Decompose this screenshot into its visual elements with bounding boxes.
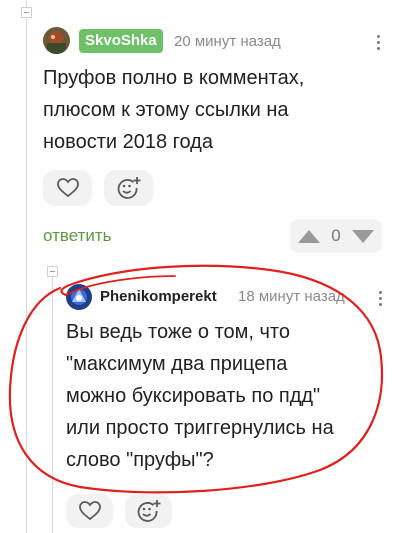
collapse-thread-button[interactable] [21,7,32,18]
add-emoji-icon [117,177,140,199]
reply-link[interactable]: ответить [43,226,112,246]
like-button[interactable] [66,494,113,528]
upvote-icon[interactable] [298,229,320,243]
heart-icon [78,501,101,521]
vote-box: 0 [290,219,382,253]
vote-count: 0 [331,226,341,245]
like-button[interactable] [43,170,92,206]
add-reaction-button[interactable] [125,494,172,528]
add-reaction-button[interactable] [104,170,153,206]
downvote-icon[interactable] [352,229,374,243]
avatar[interactable] [66,284,92,310]
more-options-icon[interactable] [376,291,384,306]
author-name[interactable]: SkvoShka [79,29,163,53]
thread-line-inner [52,275,53,533]
heart-icon [56,178,79,198]
thread-line-outer [26,0,27,533]
more-options-icon[interactable] [374,35,382,50]
comment-timestamp[interactable]: 18 минут назад [238,288,345,305]
comment-text: Пруфов полно в комментах, плюсом к этому… [43,67,305,153]
collapse-reply-button[interactable] [47,266,58,277]
comment-text: Вы ведь тоже о том, что "максимум два пр… [66,321,334,471]
avatar[interactable] [43,27,70,54]
comment-timestamp[interactable]: 20 минут назад [174,33,281,50]
add-emoji-icon [137,500,160,522]
author-name[interactable]: Phenikomperekt [100,288,217,305]
